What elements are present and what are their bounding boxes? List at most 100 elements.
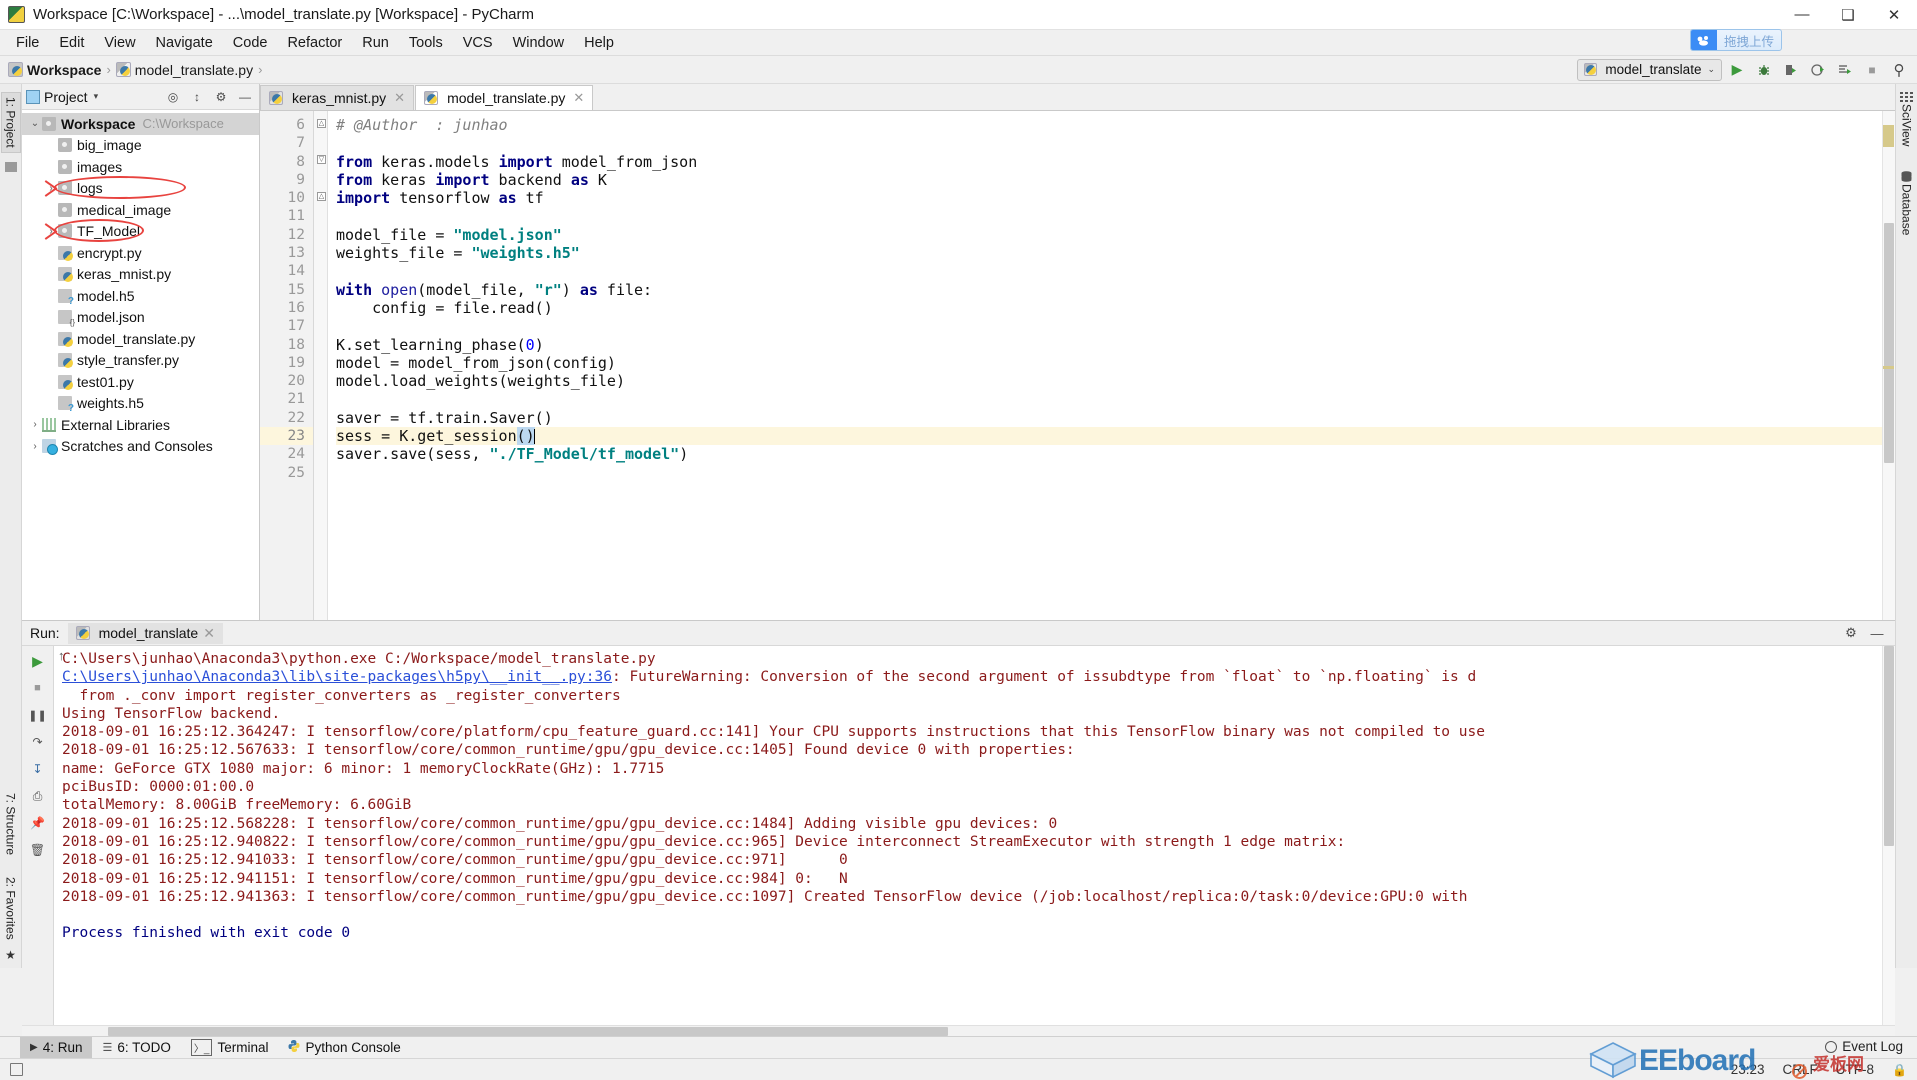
tree-item-tf-model[interactable]: › TF_Model [22, 221, 259, 243]
code-line[interactable] [336, 464, 1882, 482]
code-line[interactable]: saver.save(sess, "./TF_Model/tf_model") [336, 445, 1882, 463]
event-log-button[interactable]: Event Log [1825, 1039, 1903, 1054]
code-line[interactable]: import tensorflow as tf [336, 189, 1882, 207]
console-scrollbar[interactable] [1882, 646, 1895, 1025]
fold-marker-imports-start[interactable]: ▽ [317, 155, 326, 164]
console-scroll-thumb[interactable] [1884, 646, 1894, 846]
close-icon[interactable]: ✕ [203, 625, 215, 642]
code-line[interactable]: saver = tf.train.Saver() [336, 409, 1882, 427]
code-line[interactable]: sess = K.get_session() [336, 427, 1882, 446]
profile-button[interactable] [1806, 59, 1830, 81]
tree-item-keras-mnist-py[interactable]: ›keras_mnist.py [22, 264, 259, 286]
breadcrumb-file[interactable]: model_translate.py [115, 62, 253, 78]
code-line[interactable]: model_file = "model.json" [336, 226, 1882, 244]
tree-item-external-libraries[interactable]: › External Libraries [22, 414, 259, 436]
minimize-button[interactable]: — [1779, 0, 1825, 30]
menu-file[interactable]: File [6, 32, 49, 54]
search-everywhere-button[interactable]: ⚲ [1887, 59, 1911, 81]
menu-edit[interactable]: Edit [49, 32, 94, 54]
code-line[interactable] [336, 262, 1882, 280]
editor-scroll-thumb[interactable] [1884, 223, 1894, 463]
pause-output-button[interactable]: ❚❚ [28, 706, 48, 724]
print-button[interactable]: ⎙ [28, 787, 48, 805]
breadcrumb-project[interactable]: Workspace [8, 62, 101, 78]
settings-icon[interactable]: ⚙ [1839, 622, 1863, 644]
console-hscroll-thumb[interactable] [108, 1027, 948, 1036]
sidebar-tab-structure[interactable]: 7: Structure [2, 789, 20, 859]
tree-item-style-transfer-py[interactable]: ›style_transfer.py [22, 350, 259, 372]
code-line[interactable] [336, 134, 1882, 152]
code-line[interactable]: from keras import backend as K [336, 171, 1882, 189]
editor-tab-keras-mnist[interactable]: keras_mnist.py ✕ [260, 85, 415, 110]
tree-item-model-h5[interactable]: ›model.h5 [22, 285, 259, 307]
chevron-down-icon[interactable]: ▾ [94, 91, 99, 102]
run-coverage-button[interactable] [1779, 59, 1803, 81]
code-line[interactable]: config = file.read() [336, 299, 1882, 317]
menu-code[interactable]: Code [223, 32, 278, 54]
run-button[interactable]: ▶ [1725, 59, 1749, 81]
clear-all-button[interactable]: 🗑 [28, 841, 48, 859]
status-lock-icon[interactable]: 🔒 [1892, 1063, 1907, 1077]
pin-button[interactable]: 📌 [28, 814, 48, 832]
code-line[interactable]: K.set_learning_phase(0) [336, 336, 1882, 354]
tree-item-images[interactable]: ›images [22, 156, 259, 178]
scroll-to-end-button[interactable]: ↧ [28, 760, 48, 778]
chevron-right-icon[interactable]: › [44, 183, 58, 194]
code-line[interactable] [336, 390, 1882, 408]
tree-item-model-translate-py[interactable]: ›model_translate.py [22, 328, 259, 350]
chevron-down-icon[interactable]: ⌄ [28, 118, 42, 129]
tree-item-encrypt-py[interactable]: ›encrypt.py [22, 242, 259, 264]
menu-vcs[interactable]: VCS [453, 32, 503, 54]
stop-button[interactable]: ■ [1860, 59, 1884, 81]
debug-button[interactable] [1752, 59, 1776, 81]
console-horizontal-scrollbar[interactable] [22, 1025, 1895, 1036]
favorites-star-icon[interactable]: ★ [5, 948, 16, 962]
code-line[interactable] [336, 207, 1882, 225]
tool-window-run[interactable]: ▶ 4: Run [20, 1036, 93, 1059]
maximize-button[interactable]: ❑ [1825, 0, 1871, 30]
sidebar-tab-favorites[interactable]: 2: Favorites [2, 873, 20, 944]
close-icon[interactable]: ✕ [573, 90, 584, 106]
sidebar-tab-project[interactable]: 1: Project [0, 92, 21, 153]
console-output[interactable]: C:\Users\junhao\Anaconda3\python.exe C:/… [54, 646, 1882, 1025]
stack-icon[interactable] [10, 1063, 23, 1076]
editor-tab-model-translate[interactable]: model_translate.py ✕ [415, 85, 594, 110]
sidebar-tab-database[interactable]: Database [1900, 170, 1914, 236]
project-panel-title[interactable]: Project [44, 89, 88, 105]
fold-marker-imports-end[interactable]: △ [317, 192, 326, 201]
chevron-right-icon[interactable]: › [28, 441, 42, 452]
baidu-upload-widget[interactable]: 拖拽上传 [1689, 29, 1782, 51]
menu-refactor[interactable]: Refactor [277, 32, 352, 54]
settings-icon[interactable]: ⚙ [211, 87, 231, 107]
run-with-button[interactable] [1833, 59, 1857, 81]
chevron-right-icon[interactable]: › [28, 419, 42, 430]
tool-window-terminal[interactable]: 〉_ Terminal [181, 1037, 279, 1059]
menu-navigate[interactable]: Navigate [146, 32, 223, 54]
code-line[interactable] [336, 317, 1882, 335]
project-structure-icon[interactable] [4, 161, 17, 172]
soft-wrap-button[interactable]: ↷ [28, 733, 48, 751]
tool-window-todo[interactable]: ☰ 6: TODO [92, 1037, 180, 1059]
tree-item-weights-h5[interactable]: ›weights.h5 [22, 393, 259, 414]
menu-tools[interactable]: Tools [399, 32, 453, 54]
sidebar-tab-sciview[interactable]: SciView [1900, 90, 1914, 146]
code-line[interactable]: model = model_from_json(config) [336, 354, 1882, 372]
code-line[interactable]: with open(model_file, "r") as file: [336, 281, 1882, 299]
console-file-link[interactable]: C:\Users\junhao\Anaconda3\lib\site-packa… [62, 669, 612, 685]
menu-run[interactable]: Run [352, 32, 399, 54]
chevron-right-icon[interactable]: › [44, 226, 58, 237]
status-line-separator[interactable]: CRLF [1783, 1062, 1818, 1077]
tree-item-model-json[interactable]: ›model.json [22, 307, 259, 329]
run-session-tab[interactable]: model_translate ✕ [67, 622, 223, 644]
tree-item-workspace[interactable]: ⌄ Workspace C:\Workspace [22, 113, 259, 135]
collapse-all-icon[interactable]: ↕ [187, 87, 207, 107]
run-rail-up-button[interactable]: ↑ [58, 648, 65, 663]
hide-icon[interactable]: — [1865, 622, 1889, 644]
code-line[interactable]: from keras.models import model_from_json [336, 153, 1882, 171]
tool-window-python-console[interactable]: Python Console [278, 1037, 410, 1059]
code-line[interactable]: # @Author : junhao [336, 116, 1882, 134]
menu-help[interactable]: Help [574, 32, 624, 54]
code-line[interactable]: weights_file = "weights.h5" [336, 244, 1882, 262]
hide-icon[interactable]: — [235, 87, 255, 107]
status-encoding[interactable]: UTF-8 [1836, 1062, 1874, 1077]
